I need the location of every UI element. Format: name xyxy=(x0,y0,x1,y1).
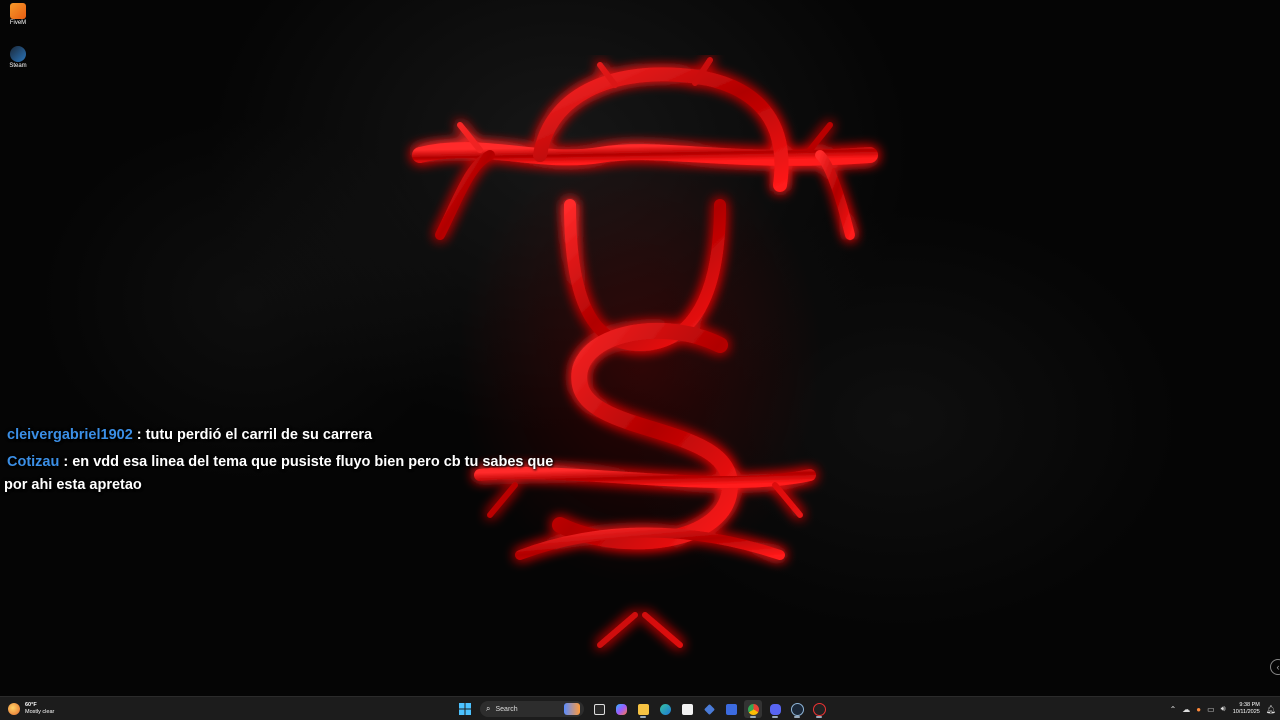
store-icon[interactable] xyxy=(678,700,696,718)
weather-condition: Mostly clear xyxy=(25,709,55,715)
taskbar: 60°F Mostly clear ⌕ Search ⌃ ☁ ● ▭ 🔊︎ 9:… xyxy=(0,696,1280,720)
weather-widget[interactable]: 60°F Mostly clear xyxy=(8,699,54,719)
start-icon[interactable] xyxy=(456,700,474,718)
clock[interactable]: 9:38 PM 10/11/2025 xyxy=(1233,702,1260,716)
clock-time: 9:38 PM xyxy=(1239,702,1260,708)
search-icon: ⌕ xyxy=(486,704,491,713)
chat-username: cleivergabriel1902 xyxy=(7,427,133,443)
vpn-icon[interactable] xyxy=(700,700,718,718)
chat-text: : tutu perdió el carril de su carrera xyxy=(132,427,373,443)
system-tray: ⌃ ☁ ● ▭ 🔊︎ 9:38 PM 10/11/2025 🔔︎ xyxy=(1167,698,1276,720)
clock-date: 10/11/2025 xyxy=(1232,709,1260,715)
edge-icon[interactable] xyxy=(656,700,674,718)
desktop-icon-label: FiveM xyxy=(9,20,27,26)
taskbar-apps: ⌕ Search xyxy=(454,698,830,720)
file-explorer-icon[interactable] xyxy=(634,700,652,718)
desktop: FiveM Steam cleivergabriel1902 : tutu pe… xyxy=(0,0,1280,696)
chat-overlay: cleivergabriel1902 : tutu perdió el carr… xyxy=(4,424,564,501)
search-placeholder: Search xyxy=(495,705,518,713)
chat-username: Cotizau xyxy=(7,454,60,470)
chrome-icon[interactable] xyxy=(744,700,762,718)
fivem-icon xyxy=(10,3,26,19)
search-highlight-icon xyxy=(564,703,580,715)
chat-text: : en vdd esa linea del tema que pusiste … xyxy=(4,454,554,493)
desktop-icon-steam[interactable]: Steam xyxy=(4,46,32,69)
app-icon[interactable] xyxy=(722,700,740,718)
chat-message: cleivergabriel1902 : tutu perdió el carr… xyxy=(4,424,564,447)
volume-icon[interactable]: 🔊︎ xyxy=(1221,704,1226,714)
desktop-icon-label: Steam xyxy=(9,63,27,69)
sun-moon-icon xyxy=(8,703,20,715)
steam-icon xyxy=(10,46,26,62)
search-input[interactable]: ⌕ Search xyxy=(480,701,584,717)
weather-temp: 60°F xyxy=(25,702,37,708)
chat-message: Cotizau : en vdd esa linea del tema que … xyxy=(4,451,564,497)
gothic-monogram-logo xyxy=(412,57,878,679)
mic-icon[interactable]: ● xyxy=(1196,705,1201,714)
steam-icon[interactable] xyxy=(788,700,806,718)
task-view-icon[interactable] xyxy=(590,700,608,718)
discord-icon[interactable] xyxy=(766,700,784,718)
chevron-up-icon[interactable]: ⌃ xyxy=(1170,705,1177,714)
display-icon[interactable]: ▭ xyxy=(1207,705,1215,714)
desktop-icon-fivem[interactable]: FiveM xyxy=(4,3,32,26)
chevron-left-icon[interactable]: ‹ xyxy=(1270,659,1280,675)
copilot-icon[interactable] xyxy=(612,700,630,718)
notification-bell-icon[interactable]: 🔔︎ xyxy=(1266,705,1276,714)
obs-icon[interactable] xyxy=(810,700,828,718)
onedrive-icon[interactable]: ☁ xyxy=(1182,705,1190,714)
